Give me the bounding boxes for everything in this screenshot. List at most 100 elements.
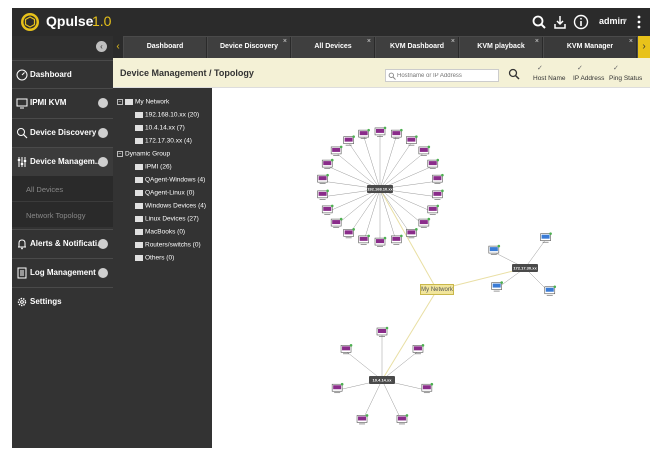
device-node[interactable]	[374, 126, 387, 137]
device-node[interactable]	[412, 344, 425, 355]
sidebar-item-ipmi-kvm[interactable]: IPMI KVM	[12, 88, 113, 116]
device-node[interactable]	[427, 158, 440, 169]
device-node[interactable]	[358, 128, 370, 139]
tree-node-group[interactable]: Windows Devices (4)	[135, 197, 206, 209]
device-node[interactable]	[330, 217, 343, 228]
topology-root-node[interactable]: My Network	[420, 284, 454, 295]
user-menu[interactable]: admin	[599, 16, 626, 26]
sidebar-item-alerts[interactable]: Alerts & Notificati...	[12, 229, 113, 257]
search-box[interactable]	[385, 69, 499, 82]
device-node[interactable]	[331, 382, 344, 394]
topology-link	[336, 188, 381, 226]
chevron-left-icon[interactable]: ‹	[96, 41, 107, 52]
device-node[interactable]	[427, 204, 440, 215]
device-node[interactable]	[421, 382, 434, 394]
folder-icon	[135, 254, 143, 261]
device-node[interactable]	[317, 189, 329, 200]
close-icon[interactable]: ×	[535, 38, 539, 45]
sidebar-item-dashboard[interactable]: Dashboard	[12, 60, 113, 88]
close-icon[interactable]: ×	[367, 38, 371, 45]
tab-kvm-dashboard[interactable]: KVM Dashboard ×	[376, 37, 459, 58]
chevron-down-icon[interactable]	[98, 268, 108, 278]
device-node[interactable]	[330, 145, 343, 156]
tree-node-group[interactable]: Routers/switchs (0)	[135, 236, 201, 248]
topology-canvas[interactable]: 192.168.10.xx 10.4.14.xx 172.17.30.xx My N…	[212, 88, 650, 448]
device-node[interactable]	[540, 232, 552, 243]
device-node[interactable]	[488, 244, 501, 255]
device-node[interactable]	[544, 285, 557, 296]
search-icon[interactable]	[531, 14, 547, 30]
tree-node-group[interactable]: QAgent-Linux (0)	[135, 184, 195, 196]
tab-scroll-left-button[interactable]: ‹	[113, 36, 123, 58]
device-node[interactable]	[321, 158, 334, 169]
device-node[interactable]	[358, 234, 370, 245]
device-node[interactable]	[356, 414, 369, 425]
tree-node-group[interactable]: IPMI (26)	[135, 158, 172, 170]
device-node[interactable]	[432, 189, 444, 200]
device-node[interactable]	[317, 173, 329, 184]
topology-hub-node[interactable]: 172.17.30.xx	[512, 264, 538, 272]
root-node-label: My Network	[421, 287, 453, 293]
device-node[interactable]	[374, 236, 387, 247]
device-node[interactable]	[340, 344, 353, 355]
chevron-left-icon[interactable]	[98, 157, 108, 167]
tab-kvm-playback[interactable]: KVM playback ×	[460, 37, 543, 58]
tree-node-my-network[interactable]: − My Network	[117, 93, 169, 105]
info-icon[interactable]	[573, 14, 589, 30]
tab-all-devices[interactable]: All Devices ×	[292, 37, 375, 58]
device-node[interactable]	[406, 135, 418, 146]
device-node[interactable]	[376, 326, 389, 337]
close-icon[interactable]: ×	[629, 38, 633, 45]
topology-link	[381, 351, 419, 381]
chevron-down-icon[interactable]	[98, 239, 108, 249]
tree-node-group[interactable]: Others (0)	[135, 249, 174, 261]
chevron-down-icon[interactable]: ▾	[623, 16, 627, 25]
topology-hub-node[interactable]: 192.168.10.xx	[367, 185, 394, 193]
device-node[interactable]	[343, 135, 355, 146]
device-node[interactable]	[391, 234, 403, 245]
device-node[interactable]	[396, 414, 409, 425]
close-icon[interactable]: ×	[451, 38, 455, 45]
device-node[interactable]	[321, 204, 334, 215]
tree-node-dynamic-group[interactable]: − Dynamic Group	[117, 145, 170, 157]
search-input[interactable]	[397, 70, 497, 81]
device-node[interactable]	[432, 173, 444, 184]
sidebar-item-label: Device Managem...	[30, 157, 102, 166]
tree-node-group[interactable]: MacBooks (0)	[135, 223, 185, 235]
more-vertical-icon[interactable]	[634, 14, 644, 30]
tab-dashboard[interactable]: Dashboard	[124, 37, 207, 58]
tab-device-discovery[interactable]: Device Discovery ×	[208, 37, 291, 58]
search-button[interactable]	[508, 68, 520, 80]
tree-node-network[interactable]: 10.4.14.xx (7)	[135, 119, 185, 131]
download-icon[interactable]	[552, 14, 568, 30]
checkbox-label: Host Name	[533, 75, 566, 82]
device-node[interactable]	[343, 228, 355, 239]
device-node[interactable]	[418, 217, 431, 228]
chevron-down-icon[interactable]	[98, 98, 108, 108]
tab-kvm-manager[interactable]: KVM Manager ×	[544, 37, 637, 58]
topology-hub-node[interactable]: 10.4.14.xx	[369, 376, 395, 384]
tab-scroll-right-button[interactable]: ›	[638, 36, 650, 58]
device-node[interactable]	[406, 228, 418, 239]
tree-node-group[interactable]: QAgent-Windows (4)	[135, 171, 205, 183]
device-node[interactable]	[391, 128, 403, 139]
tree-node-network[interactable]: 172.17.30.xx (4)	[135, 132, 192, 144]
chevron-down-icon[interactable]	[98, 128, 108, 138]
collapse-icon[interactable]: −	[117, 150, 123, 157]
folder-icon	[135, 176, 143, 183]
folder-icon	[135, 241, 143, 248]
sidebar-subitem-network-topology[interactable]: Network Topology	[12, 201, 113, 227]
tree-node-network[interactable]: 192.168.10.xx (20)	[135, 106, 199, 118]
sidebar-item-device-discovery[interactable]: Device Discovery	[12, 118, 113, 146]
sidebar-item-device-management[interactable]: Device Managem...	[12, 147, 113, 175]
sidebar-item-settings[interactable]: Settings	[12, 287, 113, 315]
tree-node-group[interactable]: Linux Devices (27)	[135, 210, 199, 222]
topology-graph: 192.168.10.xx 10.4.14.xx 172.17.30.xx	[317, 126, 557, 425]
sidebar-collapse-button[interactable]: ‹	[12, 36, 113, 58]
close-icon[interactable]: ×	[283, 38, 287, 45]
sidebar-subitem-all-devices[interactable]: All Devices	[12, 175, 113, 201]
device-node[interactable]	[418, 145, 431, 156]
collapse-icon[interactable]: −	[117, 98, 123, 105]
sidebar-item-log-management[interactable]: Log Management	[12, 258, 113, 286]
device-node[interactable]	[491, 281, 503, 292]
